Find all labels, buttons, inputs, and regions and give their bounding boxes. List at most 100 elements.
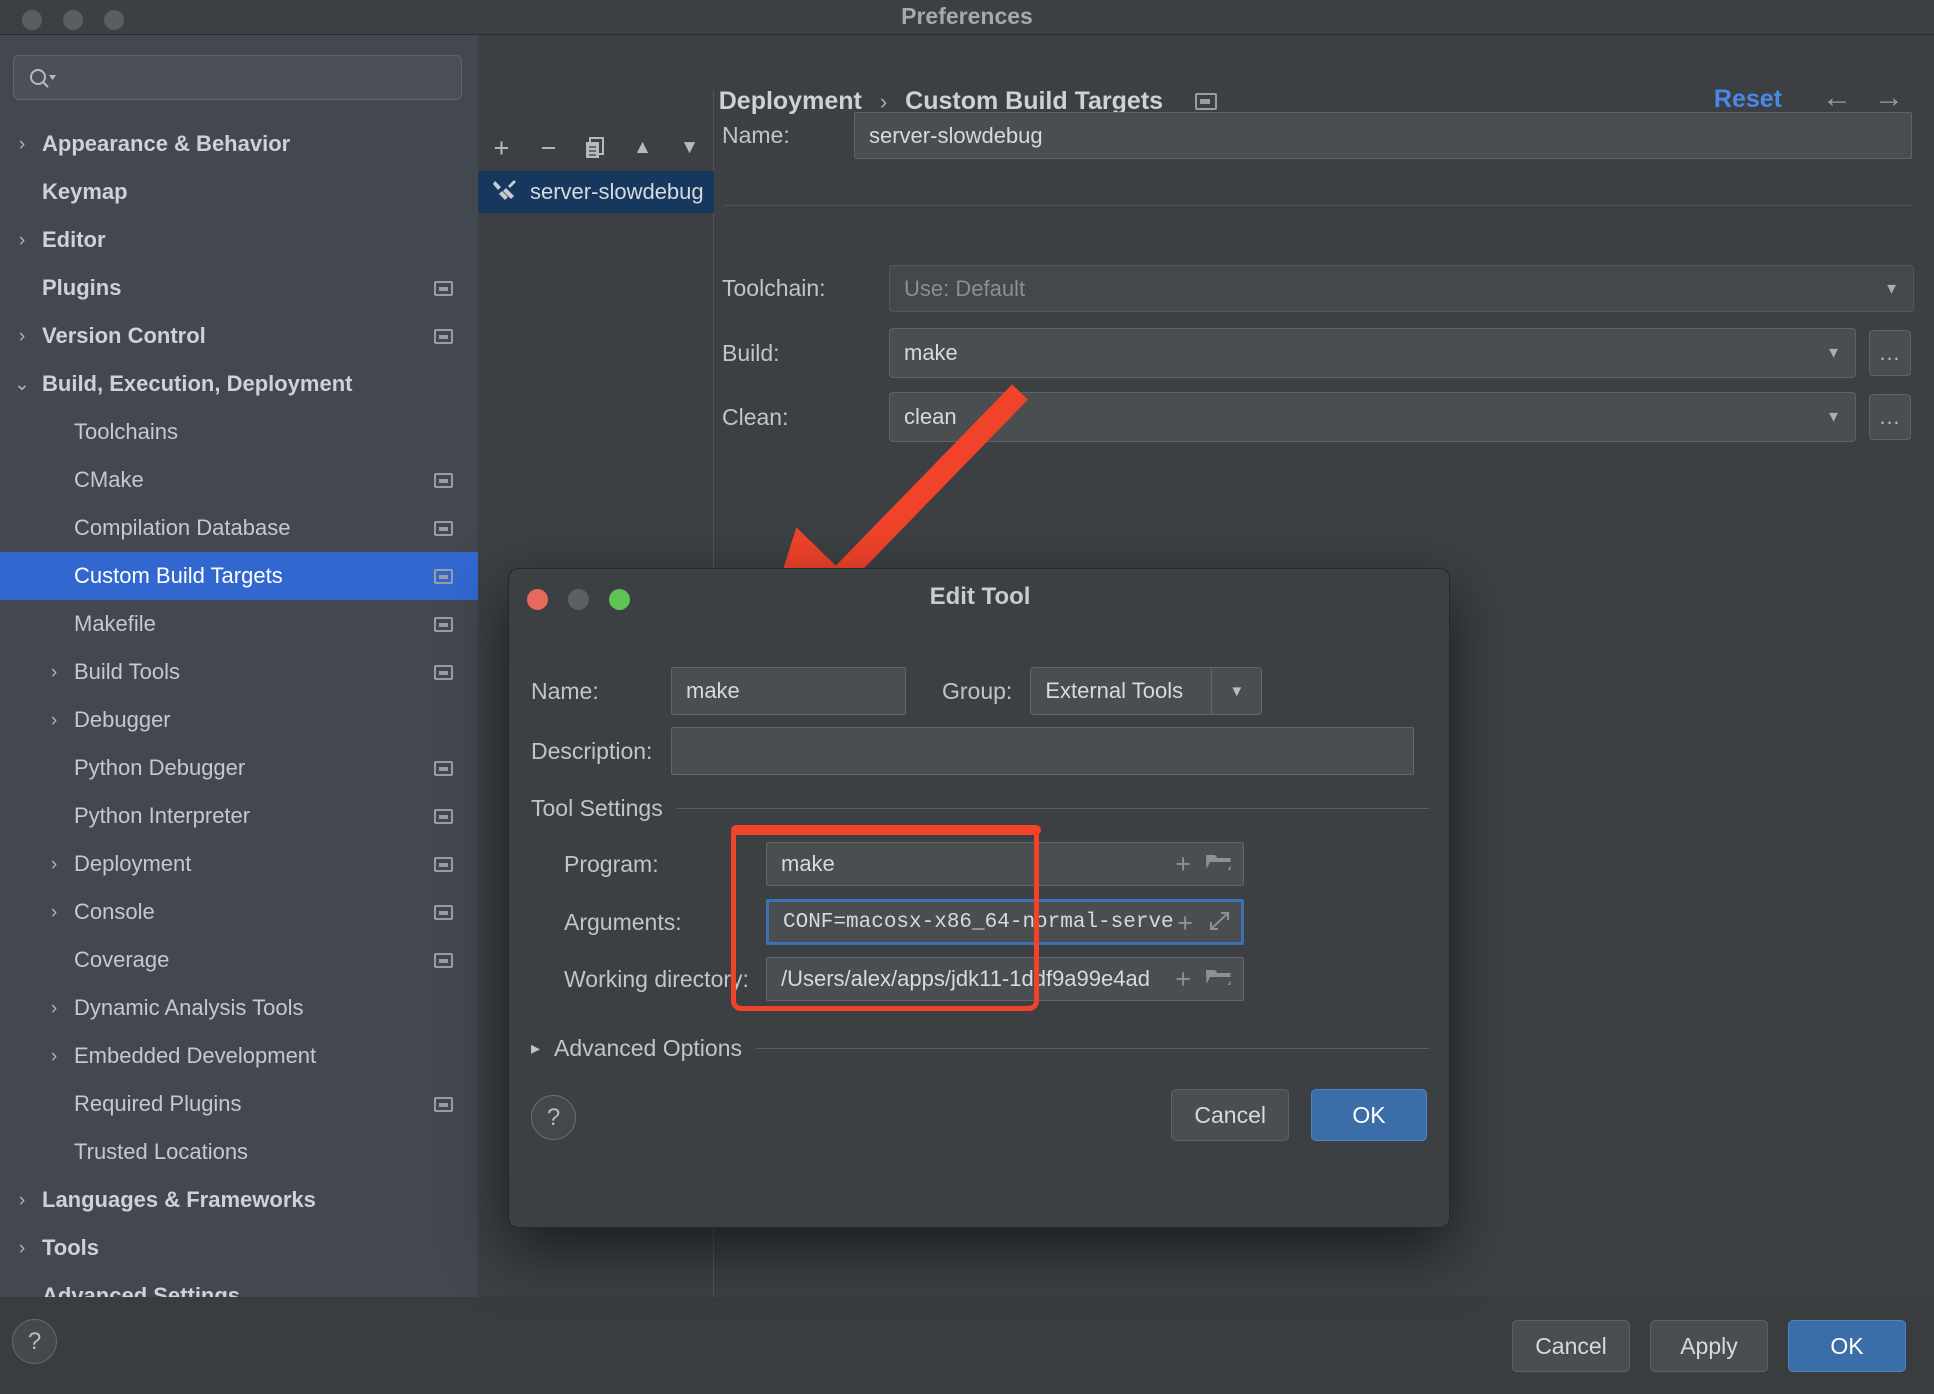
arguments-field-wrap: + <box>766 899 1244 945</box>
sidebar-item-console[interactable]: › Console <box>0 888 478 936</box>
sidebar-item-cmake[interactable]: CMake <box>0 456 478 504</box>
sidebar-item-python-interpreter[interactable]: Python Interpreter <box>0 792 478 840</box>
sidebar-item-label: Makefile <box>74 611 156 636</box>
project-scope-badge-icon <box>434 856 453 872</box>
move-target-down-button[interactable]: ▼ <box>666 128 713 168</box>
project-scope-badge-icon <box>434 664 453 680</box>
folder-icon[interactable] <box>1205 851 1232 878</box>
arguments-input[interactable] <box>766 899 1244 945</box>
toolchain-select[interactable]: Use: Default ▼ <box>889 265 1914 312</box>
sidebar-item-toolchains[interactable]: Toolchains <box>0 408 478 456</box>
dialog-cancel-button[interactable]: Cancel <box>1171 1089 1289 1141</box>
window-title: Preferences <box>901 3 1033 29</box>
chevron-right-icon[interactable]: › <box>42 855 66 874</box>
sidebar-item-build-tools[interactable]: › Build Tools <box>0 648 478 696</box>
build-target-list-item[interactable]: server-slowdebug <box>478 171 714 213</box>
clean-browse-button[interactable]: … <box>1869 394 1911 440</box>
working-directory-input[interactable] <box>766 957 1244 1001</box>
tool-description-input[interactable] <box>671 727 1414 775</box>
sidebar-item-tools[interactable]: › Tools <box>0 1224 478 1272</box>
chevron-right-icon[interactable]: › <box>42 999 66 1018</box>
move-target-up-button[interactable]: ▲ <box>619 128 666 168</box>
sidebar-item-editor[interactable]: › Editor <box>0 216 478 264</box>
tool-group-value: External Tools <box>1045 678 1184 703</box>
build-value: make <box>904 340 958 365</box>
help-button[interactable]: ? <box>12 1319 57 1364</box>
sidebar-item-python-debugger[interactable]: Python Debugger <box>0 744 478 792</box>
sidebar-item-debugger[interactable]: › Debugger <box>0 696 478 744</box>
sidebar-item-label: Build Tools <box>74 659 180 684</box>
sidebar-item-dynamic-analysis-tools[interactable]: › Dynamic Analysis Tools <box>0 984 478 1032</box>
chevron-right-icon[interactable]: › <box>42 663 66 682</box>
sidebar-item-version-control[interactable]: › Version Control <box>0 312 478 360</box>
expand-icon[interactable] <box>1207 909 1232 938</box>
ok-button[interactable]: OK <box>1788 1320 1906 1372</box>
add-target-button[interactable]: + <box>478 128 525 168</box>
sidebar-item-label: Plugins <box>42 275 122 300</box>
chevron-down-icon[interactable]: ▼ <box>1211 668 1261 714</box>
sidebar-item-label: Advanced Settings <box>42 1283 241 1297</box>
sidebar-item-languages-frameworks[interactable]: › Languages & Frameworks <box>0 1176 478 1224</box>
sidebar-item-label: Python Interpreter <box>74 803 251 828</box>
sidebar-item-embedded-development[interactable]: › Embedded Development <box>0 1032 478 1080</box>
sidebar-item-appearance-behavior[interactable]: › Appearance & Behavior <box>0 120 478 168</box>
insert-macro-icon[interactable]: + <box>1175 851 1191 878</box>
chevron-down-icon[interactable]: ⌄ <box>10 375 34 394</box>
search-input[interactable] <box>57 66 461 89</box>
chevron-right-icon[interactable]: › <box>10 1239 34 1258</box>
sidebar-item-build-execution-deployment[interactable]: ⌄ Build, Execution, Deployment <box>0 360 478 408</box>
copy-icon[interactable] <box>572 128 619 168</box>
dialog-ok-button[interactable]: OK <box>1311 1089 1427 1141</box>
sidebar-item-custom-build-targets[interactable]: Custom Build Targets <box>0 552 478 600</box>
cancel-button[interactable]: Cancel <box>1512 1320 1630 1372</box>
sidebar-item-label: Required Plugins <box>74 1091 242 1116</box>
chevron-right-icon[interactable]: › <box>10 327 34 346</box>
sidebar-item-advanced-settings[interactable]: Advanced Settings <box>0 1272 478 1297</box>
working-directory-row: Working directory: + <box>564 957 1244 1001</box>
tool-settings-section-header: Tool Settings <box>531 795 1429 822</box>
target-name-label: Name: <box>722 122 790 148</box>
chevron-right-icon[interactable]: › <box>10 135 34 154</box>
search-box[interactable] <box>13 55 462 100</box>
project-scope-badge-icon <box>434 472 453 488</box>
tool-name-label: Name: <box>531 677 599 704</box>
advanced-options-section[interactable]: ▸ Advanced Options <box>531 1035 1429 1062</box>
chevron-right-icon[interactable]: › <box>42 1047 66 1066</box>
sidebar-item-label: Trusted Locations <box>74 1139 249 1164</box>
sidebar-item-compilation-database[interactable]: Compilation Database <box>0 504 478 552</box>
sidebar-item-plugins[interactable]: Plugins <box>0 264 478 312</box>
chevron-right-icon[interactable]: › <box>42 903 66 922</box>
chevron-right-icon[interactable]: › <box>10 1191 34 1210</box>
sidebar-item-coverage[interactable]: Coverage <box>0 936 478 984</box>
build-browse-button[interactable]: … <box>1869 330 1911 376</box>
chevron-down-icon: ▼ <box>1826 344 1841 362</box>
project-scope-badge-icon <box>434 760 453 776</box>
insert-macro-icon[interactable]: + <box>1175 966 1191 993</box>
dialog-help-button[interactable]: ? <box>531 1095 576 1140</box>
project-scope-badge-icon <box>434 280 453 296</box>
sidebar-item-label: Languages & Frameworks <box>42 1187 316 1212</box>
apply-button[interactable]: Apply <box>1650 1320 1768 1372</box>
folder-icon[interactable] <box>1205 966 1232 993</box>
sidebar-item-keymap[interactable]: Keymap <box>0 168 478 216</box>
sidebar-item-required-plugins[interactable]: Required Plugins <box>0 1080 478 1128</box>
sidebar-item-makefile[interactable]: Makefile <box>0 600 478 648</box>
toolchain-label: Toolchain: <box>722 275 826 301</box>
chevron-right-icon[interactable]: › <box>42 711 66 730</box>
project-scope-badge-icon <box>434 1096 453 1112</box>
target-name-input[interactable] <box>854 112 1912 159</box>
arguments-row: Arguments: + <box>564 899 1244 945</box>
build-select[interactable]: make ▼ <box>889 328 1856 378</box>
remove-target-button[interactable]: − <box>525 128 572 168</box>
clean-select[interactable]: clean ▼ <box>889 392 1856 442</box>
sidebar-item-deployment[interactable]: › Deployment <box>0 840 478 888</box>
chevron-down-icon: ▼ <box>1884 280 1899 297</box>
chevron-right-icon[interactable]: › <box>10 231 34 250</box>
program-input[interactable] <box>766 842 1244 886</box>
insert-macro-icon[interactable]: + <box>1177 910 1193 937</box>
sidebar-item-trusted-locations[interactable]: Trusted Locations <box>0 1128 478 1176</box>
tool-group-select[interactable]: External Tools ▼ <box>1030 667 1263 715</box>
sidebar-item-label: Coverage <box>74 947 170 972</box>
edit-tool-title-bar: Edit Tool <box>509 569 1449 627</box>
tool-name-input[interactable] <box>671 667 906 715</box>
